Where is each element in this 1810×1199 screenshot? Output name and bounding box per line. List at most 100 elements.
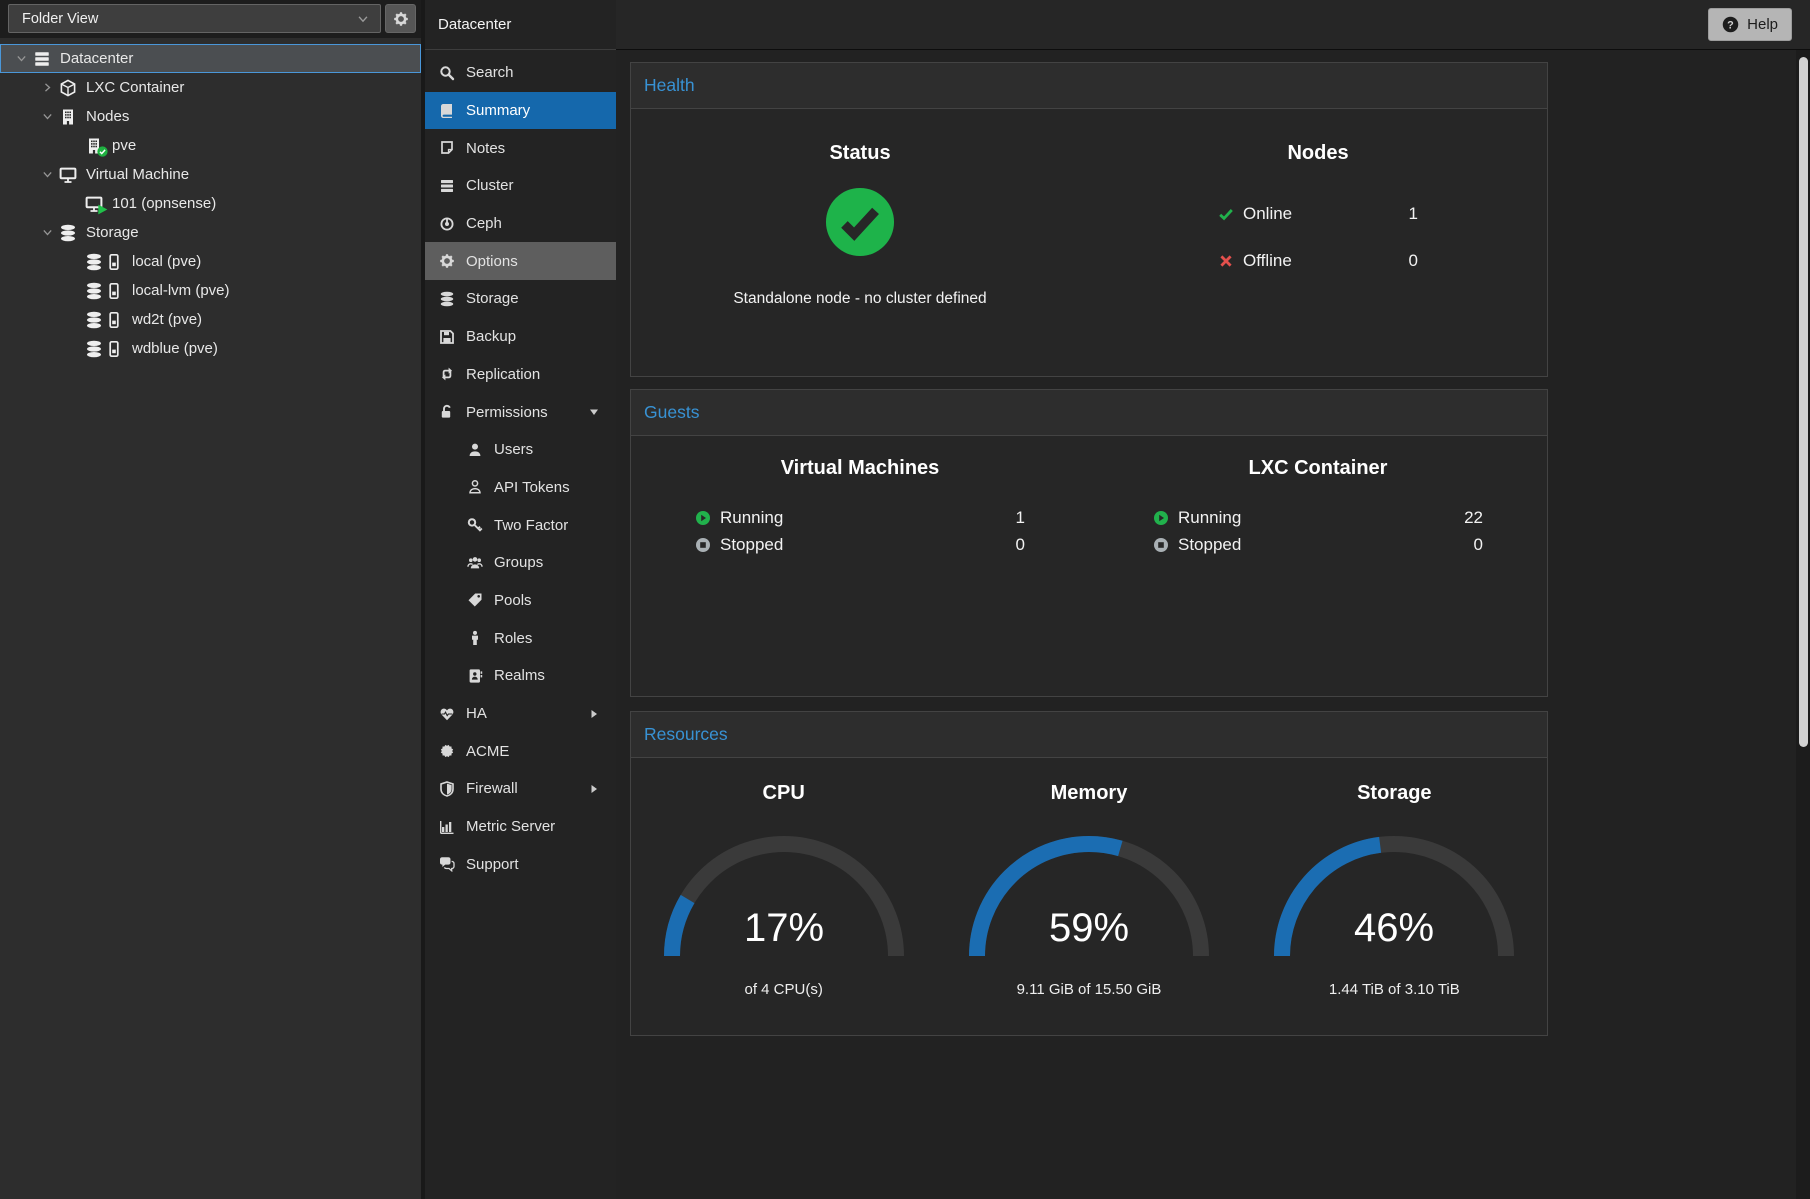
tree-item-label: local-lvm (pve) xyxy=(132,282,230,299)
caret-down-icon[interactable] xyxy=(37,225,58,240)
nav-item-pools[interactable]: Pools xyxy=(425,582,616,620)
nav-item-options[interactable]: Options xyxy=(425,242,616,280)
question-circle-icon: ? xyxy=(1722,16,1739,33)
nav-item-label: ACME xyxy=(466,743,509,760)
gauge-arc: 46% xyxy=(1264,824,1524,969)
caret-spacer xyxy=(63,312,84,327)
tree-settings-button[interactable] xyxy=(385,4,416,33)
resources-panel-title: Resources xyxy=(644,724,728,745)
guest-status-count: 1 xyxy=(1016,508,1025,528)
status-heading: Status xyxy=(829,142,890,165)
nav-item-label: Two Factor xyxy=(494,517,568,534)
guest-status-row-running: Running22 xyxy=(1153,504,1483,531)
play-circle-icon xyxy=(695,510,711,526)
nav-item-ceph[interactable]: Ceph xyxy=(425,205,616,243)
guest-status-count: 22 xyxy=(1464,508,1483,528)
caret-down-icon[interactable] xyxy=(11,51,32,66)
shield-icon xyxy=(439,781,455,797)
tree-item-nodes[interactable]: Nodes xyxy=(0,102,421,131)
gear-icon xyxy=(439,253,455,269)
nav-item-acme[interactable]: ACME xyxy=(425,732,616,770)
tree-item-wd2t-pve[interactable]: wd2t (pve) xyxy=(0,305,421,334)
node-status-row-online: Online1 xyxy=(1218,190,1418,237)
nav-item-users[interactable]: Users xyxy=(425,431,616,469)
nav-item-groups[interactable]: Groups xyxy=(425,544,616,582)
node-status-count: 0 xyxy=(1409,251,1418,271)
node-status-row-offline: Offline 0 xyxy=(1218,237,1418,284)
nav-item-label: Ceph xyxy=(466,215,502,232)
nav-item-search[interactable]: Search xyxy=(425,54,616,92)
nav-item-cluster[interactable]: Cluster xyxy=(425,167,616,205)
database-icon xyxy=(85,253,103,271)
nav-item-label: Pools xyxy=(494,592,532,609)
nav-item-label: HA xyxy=(466,705,487,722)
health-nodes-column: Nodes Online1Offline0 xyxy=(1089,109,1547,376)
tree-item-101-opnsense[interactable]: 101 (opnsense) xyxy=(0,189,421,218)
tree-item-label: Datacenter xyxy=(60,50,133,67)
view-mode-value: Folder View xyxy=(22,11,98,27)
nav-item-label: Storage xyxy=(466,290,519,307)
resource-gauge-cpu: CPU17%of 4 CPU(s) xyxy=(631,758,936,1035)
guests-column-lxc-container: LXC ContainerRunning22Stopped0 xyxy=(1089,436,1547,696)
health-status-column: Status Standalone node - no cluster defi… xyxy=(631,109,1089,376)
floppy-icon xyxy=(439,329,455,345)
nav-item-storage[interactable]: Storage xyxy=(425,280,616,318)
main-content: Health Status Standalone node - no clust… xyxy=(616,50,1810,1199)
tree-item-local-lvm-pve[interactable]: local-lvm (pve) xyxy=(0,276,421,305)
view-mode-select[interactable]: Folder View xyxy=(8,4,381,33)
stop-circle-icon xyxy=(695,537,711,553)
tree-item-storage[interactable]: Storage xyxy=(0,218,421,247)
tree-item-local-pve[interactable]: local (pve) xyxy=(0,247,421,276)
resource-gauge-memory: Memory59%9.11 GiB of 15.50 GiB xyxy=(936,758,1241,1035)
guest-status-label: Running xyxy=(720,508,783,528)
node-status-label: Offline xyxy=(1243,251,1292,271)
scrollbar-thumb[interactable] xyxy=(1799,57,1808,747)
nav-item-label: Groups xyxy=(494,554,543,571)
monitor-icon xyxy=(59,166,77,184)
database-icon xyxy=(85,282,103,300)
tag-icon xyxy=(467,592,483,608)
nav-item-api-tokens[interactable]: API Tokens xyxy=(425,469,616,507)
nav-item-firewall[interactable]: Firewall xyxy=(425,770,616,808)
nav-item-support[interactable]: Support xyxy=(425,845,616,883)
tree-item-label: LXC Container xyxy=(86,79,184,96)
cross-icon xyxy=(1218,253,1234,269)
tree-item-wdblue-pve[interactable]: wdblue (pve) xyxy=(0,334,421,363)
nav-item-permissions[interactable]: Permissions xyxy=(425,393,616,431)
nav-item-metric-server[interactable]: Metric Server xyxy=(425,808,616,846)
nav-item-label: Backup xyxy=(466,328,516,345)
resources-panel-header: Resources xyxy=(631,712,1547,758)
volume-icon xyxy=(105,340,123,358)
tree-item-lxc-container[interactable]: LXC Container xyxy=(0,73,421,102)
tree-item-virtual-machine[interactable]: Virtual Machine xyxy=(0,160,421,189)
guest-status-count: 0 xyxy=(1016,535,1025,555)
guest-status-row-stopped: Stopped0 xyxy=(1153,531,1483,558)
guests-column-virtual-machines: Virtual MachinesRunning1Stopped0 xyxy=(631,436,1089,696)
gauge-title: CPU xyxy=(763,782,805,805)
caret-down-icon[interactable] xyxy=(37,167,58,182)
nav-item-notes[interactable]: Notes xyxy=(425,129,616,167)
nav-item-two-factor[interactable]: Two Factor xyxy=(425,506,616,544)
scrollbar-track[interactable] xyxy=(1796,50,1810,1199)
nav-item-label: Users xyxy=(494,441,533,458)
tree-item-label: wdblue (pve) xyxy=(132,340,218,357)
check-icon xyxy=(1218,206,1234,222)
comments-icon xyxy=(439,856,455,872)
caret-right-icon[interactable] xyxy=(37,80,58,95)
nav-item-roles[interactable]: Roles xyxy=(425,619,616,657)
guest-status-row-stopped: Stopped0 xyxy=(695,531,1025,558)
caret-down-icon[interactable] xyxy=(37,109,58,124)
group-collapsed-arrow-icon xyxy=(589,709,599,719)
nav-item-backup[interactable]: Backup xyxy=(425,318,616,356)
help-button[interactable]: ? Help xyxy=(1708,8,1792,41)
tree-item-label: Nodes xyxy=(86,108,129,125)
nav-item-ha[interactable]: HA xyxy=(425,695,616,733)
address-book-icon xyxy=(467,668,483,684)
nav-item-realms[interactable]: Realms xyxy=(425,657,616,695)
nav-item-summary[interactable]: Summary xyxy=(425,92,616,130)
tree-item-pve[interactable]: pve xyxy=(0,131,421,160)
group-expanded-arrow-icon xyxy=(589,407,599,417)
resource-tree-panel: Folder View Datacenter LXC Container Nodes… xyxy=(0,0,421,1199)
tree-item-datacenter[interactable]: Datacenter xyxy=(0,44,421,73)
nav-item-replication[interactable]: Replication xyxy=(425,356,616,394)
